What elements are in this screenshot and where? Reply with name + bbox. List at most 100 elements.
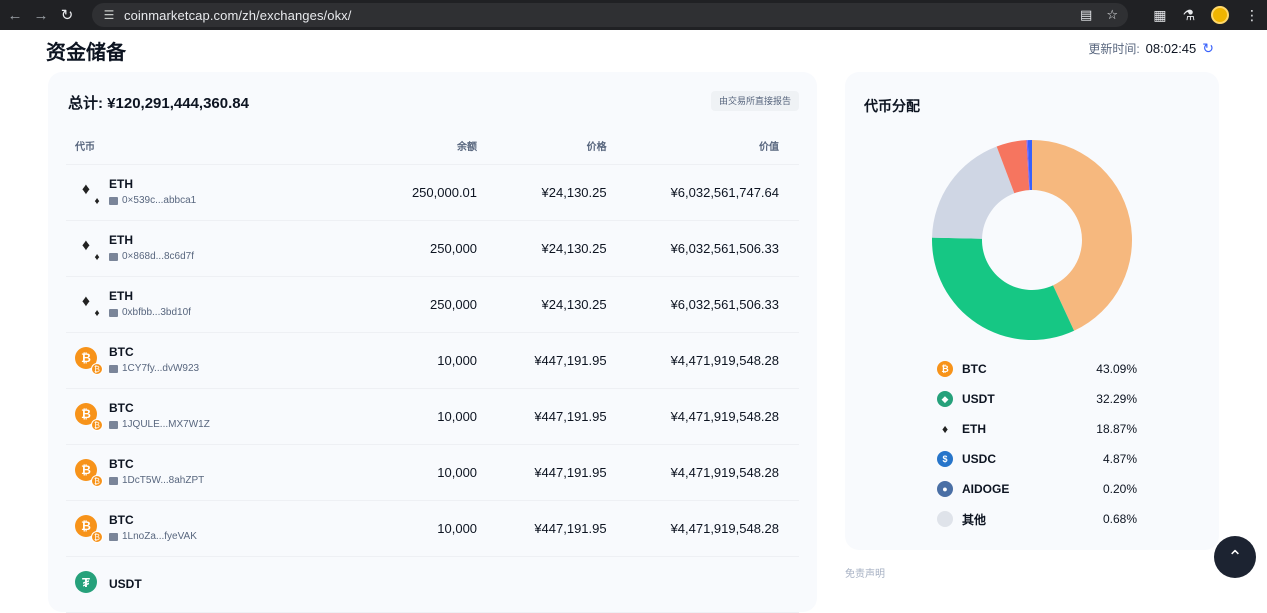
reload-icon[interactable]: ↻ xyxy=(56,4,78,26)
column-header-token[interactable]: 代币 xyxy=(66,128,350,165)
wallet-address[interactable]: 0xbfbb...3bd10f xyxy=(122,306,191,320)
token-symbol: BTC xyxy=(109,401,134,415)
price-cell: ¥447,191.95 xyxy=(477,444,607,501)
btc-icon: ₿ xyxy=(937,361,953,377)
bookmark-star-icon[interactable]: ☆ xyxy=(1106,7,1118,23)
token-symbol: BTC xyxy=(109,345,134,359)
table-row[interactable]: ₮ USDT xyxy=(66,556,799,613)
update-time-label: 更新时间: xyxy=(1088,42,1140,56)
legend-item-usdt[interactable]: ◆ USDT 32.29% xyxy=(937,384,1137,414)
legend-item-usdc[interactable]: $ USDC 4.87% xyxy=(937,444,1137,474)
disclaimer-label: 免责声明 xyxy=(845,569,885,580)
table-row[interactable]: ♦ ♦ ETH 0×868d...8c6d7f 250,000 ¥24,130.2… xyxy=(66,220,799,277)
value-cell: ¥4,471,919,548.28 xyxy=(606,332,799,389)
table-row[interactable]: ₿ ₿ BTC 1JQULE...MX7W1Z 10,000 ¥447,191.9… xyxy=(66,388,799,445)
balance-cell: 10,000 xyxy=(349,500,478,557)
table-row[interactable]: ♦ ♦ ETH 0×539c...abbca1 250,000.01 ¥24,13… xyxy=(66,164,799,221)
wallet-address[interactable]: 1CY7fy...dvW923 xyxy=(122,362,199,376)
legend-name: USDT xyxy=(962,392,995,406)
donut-slice-usdt[interactable] xyxy=(932,237,1075,340)
wallet-icon xyxy=(109,533,118,541)
forward-icon[interactable]: → xyxy=(30,4,52,26)
site-settings-icon[interactable]: ☰ xyxy=(100,8,118,22)
balance-cell: 10,000 xyxy=(349,444,478,501)
value-cell: ¥4,471,919,548.28 xyxy=(606,500,799,557)
eth-icon: ♦ xyxy=(941,422,949,436)
scroll-to-top-button[interactable]: ⌃ xyxy=(1214,536,1256,578)
aidoge-icon: ● xyxy=(937,481,953,497)
balance-cell: 250,000 xyxy=(349,220,478,277)
profile-avatar[interactable] xyxy=(1211,6,1229,24)
price-cell: ¥24,130.25 xyxy=(477,276,607,333)
token-symbol: ETH xyxy=(109,289,133,303)
value-cell: ¥6,032,561,506.33 xyxy=(606,276,799,333)
value-cell: ¥4,471,919,548.28 xyxy=(606,388,799,445)
btc-icon: ₿ ₿ xyxy=(75,347,103,375)
reserves-card: 总计: ¥120,291,444,360.84 由交易所直接报告 代币 余额 价… xyxy=(48,72,817,613)
balance-cell xyxy=(349,556,478,613)
price-cell: ¥447,191.95 xyxy=(477,332,607,389)
distribution-title: 代币分配 xyxy=(864,98,920,114)
table-row[interactable]: ₿ ₿ BTC 1DcT5W...8ahZPT 10,000 ¥447,191.9… xyxy=(66,444,799,501)
update-time-value: 08:02:45 xyxy=(1145,41,1197,56)
legend-item-eth[interactable]: ♦ ETH 18.87% xyxy=(937,414,1137,444)
install-app-icon[interactable]: ▤ xyxy=(1080,7,1092,23)
legend-name: BTC xyxy=(962,362,987,376)
legend-name: USDC xyxy=(962,452,997,466)
refresh-icon[interactable]: ↻ xyxy=(1202,40,1214,57)
legend-percent: 0.20% xyxy=(1102,482,1137,496)
distribution-donut-chart xyxy=(932,140,1132,340)
wallet-address[interactable]: 0×539c...abbca1 xyxy=(122,194,196,208)
page-title: 资金储备 xyxy=(46,42,126,64)
distribution-legend: ₿ BTC 43.09% ◆ USDT 32.29% ♦ ETH 18.87% … xyxy=(937,354,1137,534)
value-cell: ¥6,032,561,747.64 xyxy=(606,164,799,221)
token-symbol: ETH xyxy=(109,177,133,191)
table-header-row: 代币 余额 价格 价值 xyxy=(66,128,799,165)
reserves-table: 代币 余额 价格 价值 ♦ ♦ ETH 0×539c...abbca1 250,0… xyxy=(66,128,799,613)
value-cell: ¥6,032,561,506.33 xyxy=(606,220,799,277)
legend-item-btc[interactable]: ₿ BTC 43.09% xyxy=(937,354,1137,384)
wallet-icon xyxy=(109,197,118,205)
browser-toolbar: ← → ↻ ☰ coinmarketcap.com/zh/exchanges/o… xyxy=(0,0,1267,30)
usdt-icon: ◆ xyxy=(937,391,953,407)
eth-icon: ♦ ♦ xyxy=(75,291,103,319)
column-header-value[interactable]: 价值 xyxy=(606,128,799,165)
table-row[interactable]: ♦ ♦ ETH 0xbfbb...3bd10f 250,000 ¥24,130.2… xyxy=(66,276,799,333)
back-icon[interactable]: ← xyxy=(4,4,26,26)
wallet-address[interactable]: 1JQULE...MX7W1Z xyxy=(122,418,210,432)
column-header-balance[interactable]: 余额 xyxy=(349,128,478,165)
wallet-address[interactable]: 1LnoZa...fyeVAK xyxy=(122,530,197,544)
balance-cell: 250,000.01 xyxy=(349,164,478,221)
extensions-icon[interactable]: ▦ xyxy=(1153,7,1166,24)
report-source-button[interactable]: 由交易所直接报告 xyxy=(710,91,799,111)
price-cell: ¥447,191.95 xyxy=(477,388,607,445)
legend-name: 其他 xyxy=(962,512,987,527)
legend-name: AIDOGE xyxy=(962,482,1010,496)
column-header-price[interactable]: 价格 xyxy=(477,128,607,165)
table-row[interactable]: ₿ ₿ BTC 1CY7fy...dvW923 10,000 ¥447,191.9… xyxy=(66,332,799,389)
eth-icon: ♦ ♦ xyxy=(75,235,103,263)
legend-item-aidoge[interactable]: ● AIDOGE 0.20% xyxy=(937,474,1137,504)
price-cell: ¥24,130.25 xyxy=(477,164,607,221)
legend-percent: 18.87% xyxy=(1096,422,1137,436)
usdt-icon: ₮ xyxy=(75,571,101,597)
wallet-address[interactable]: 0×868d...8c6d7f xyxy=(122,250,194,264)
other-icon xyxy=(937,511,953,527)
token-symbol: ETH xyxy=(109,233,133,247)
reserves-total: 总计: ¥120,291,444,360.84 xyxy=(68,95,249,112)
wallet-address[interactable]: 1DcT5W...8ahZPT xyxy=(122,474,204,488)
btc-icon: ₿ ₿ xyxy=(75,459,103,487)
labs-flask-icon[interactable]: ⚗ xyxy=(1182,7,1195,24)
url-text[interactable]: coinmarketcap.com/zh/exchanges/okx/ xyxy=(124,8,352,23)
legend-item-other[interactable]: 其他 0.68% xyxy=(937,504,1137,534)
value-cell: ¥4,471,919,548.28 xyxy=(606,444,799,501)
menu-kebab-icon[interactable]: ⋮ xyxy=(1245,7,1259,24)
update-time: 更新时间: 08:02:45 ↻ xyxy=(1088,40,1214,57)
address-bar[interactable]: ☰ coinmarketcap.com/zh/exchanges/okx/ ▤ … xyxy=(92,3,1128,27)
token-symbol: BTC xyxy=(109,513,134,527)
table-row[interactable]: ₿ ₿ BTC 1LnoZa...fyeVAK 10,000 ¥447,191.9… xyxy=(66,500,799,557)
legend-name: ETH xyxy=(962,422,986,436)
btc-icon: ₿ ₿ xyxy=(75,515,103,543)
legend-percent: 32.29% xyxy=(1096,392,1137,406)
balance-cell: 10,000 xyxy=(349,388,478,445)
